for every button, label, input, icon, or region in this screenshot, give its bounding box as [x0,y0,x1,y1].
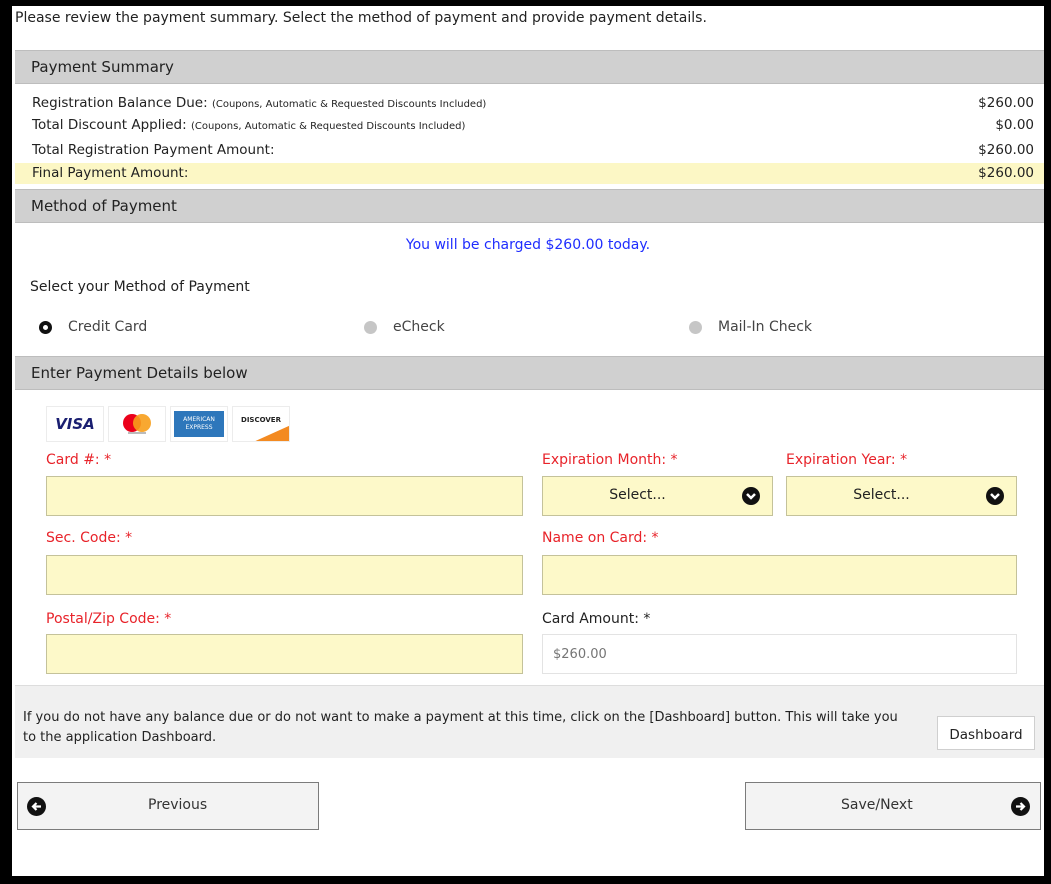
dashboard-info-text: If you do not have any balance due or do… [23,710,898,745]
amex-logo-icon: AMERICAN EXPRESS [170,406,228,442]
intro-text: Please review the payment summary. Selec… [15,10,707,26]
payment-summary-title: Payment Summary [31,58,174,76]
dashboard-button[interactable]: Dashboard [937,716,1035,750]
summary-row-balance-due: Registration Balance Due: (Coupons, Auto… [15,93,1044,114]
charge-notice: You will be charged $260.00 today. [405,237,651,253]
summary-row-discount: Total Discount Applied: (Coupons, Automa… [15,115,1044,136]
summary-row-total-registration: Total Registration Payment Amount: $260.… [15,140,1044,161]
summary-label: Total Registration Payment Amount: [32,142,275,158]
arrow-left-icon [27,797,46,816]
radio-credit-card[interactable]: Credit Card [39,317,147,337]
chevron-down-icon [986,487,1004,505]
payment-summary-header: Payment Summary [15,50,1044,84]
method-of-payment-title: Method of Payment [31,197,177,215]
mastercard-logo-icon [108,406,166,442]
payment-page: Please review the payment summary. Selec… [12,6,1044,876]
save-next-label: Save/Next [841,797,913,813]
exp-month-label: Expiration Month: * [542,452,678,468]
card-amount-input [542,634,1017,674]
card-number-label: Card #: * [46,452,112,468]
exp-month-select[interactable]: Select... [542,476,773,516]
radio-unselected-icon[interactable] [689,320,702,334]
method-of-payment-header: Method of Payment [15,189,1044,223]
summary-note: (Coupons, Automatic & Requested Discount… [190,121,466,132]
visa-logo-icon: VISA [46,406,104,442]
name-on-card-label: Name on Card: * [542,530,659,546]
summary-amount: $260.00 [978,95,1034,111]
summary-label: Final Payment Amount: [32,165,189,181]
radio-label: eCheck [393,319,445,335]
summary-label: Registration Balance Due: [32,95,208,111]
card-amount-label: Card Amount: * [542,611,651,627]
sec-code-label: Sec. Code: * [46,530,133,546]
select-method-label: Select your Method of Payment [30,279,250,295]
save-next-button[interactable]: Save/Next [745,782,1041,830]
name-on-card-input[interactable] [542,555,1017,595]
card-logos: VISA AMERICAN EXPRESS DISCOVER [46,406,290,442]
previous-button[interactable]: Previous [17,782,319,830]
dashboard-info-bar: If you do not have any balance due or do… [15,685,1044,758]
exp-year-label: Expiration Year: * [786,452,908,468]
summary-amount: $0.00 [995,117,1034,133]
discover-logo-icon: DISCOVER [232,406,290,442]
summary-amount: $260.00 [978,165,1034,181]
radio-label: Credit Card [68,319,148,335]
chevron-down-icon [742,487,760,505]
arrow-right-icon [1011,797,1030,816]
radio-selected-icon[interactable] [39,320,52,334]
zip-code-label: Postal/Zip Code: * [46,611,172,627]
previous-label: Previous [148,797,208,813]
radio-label: Mail-In Check [718,319,813,335]
sec-code-input[interactable] [46,555,523,595]
radio-unselected-icon[interactable] [364,320,377,334]
radio-mail-in-check[interactable]: Mail-In Check [689,317,812,337]
radio-echeck[interactable]: eCheck [364,317,445,337]
card-number-input[interactable] [46,476,523,516]
summary-note: (Coupons, Automatic & Requested Discount… [211,99,487,110]
summary-label: Total Discount Applied: [32,117,187,133]
exp-year-select[interactable]: Select... [786,476,1017,516]
payment-details-header: Enter Payment Details below [15,356,1044,390]
summary-amount: $260.00 [978,142,1034,158]
zip-code-input[interactable] [46,634,523,674]
payment-details-title: Enter Payment Details below [31,364,248,382]
summary-row-final-payment: Final Payment Amount: $260.00 [15,163,1044,184]
